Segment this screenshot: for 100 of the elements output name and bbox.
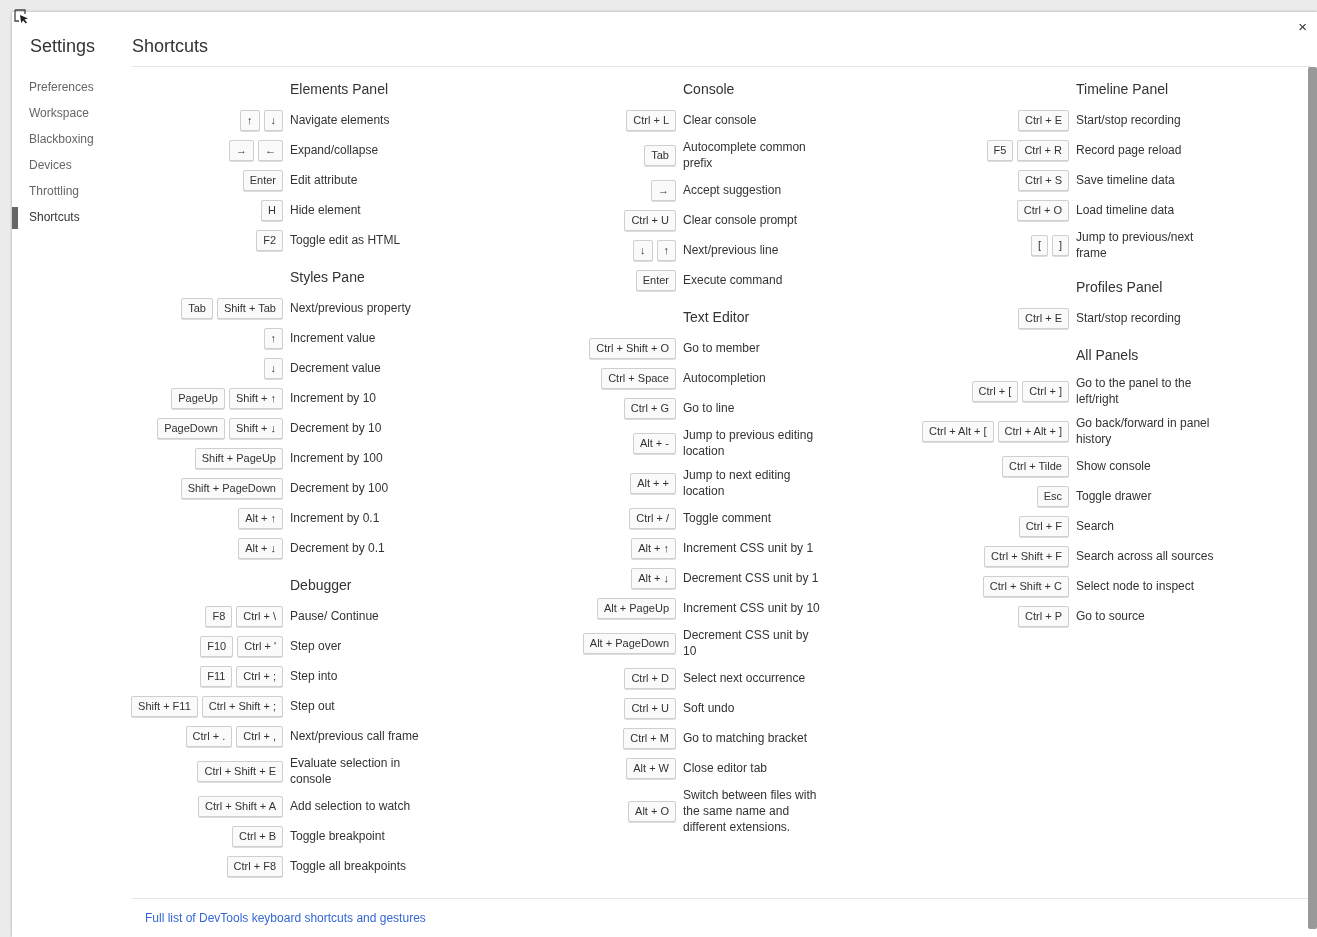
key-cap: ↓: [263, 109, 283, 131]
sidebar-item[interactable]: Preferences: [12, 74, 132, 100]
shortcut-description: Jump to previous editing location: [683, 427, 815, 459]
key-cap: Ctrl + Alt + [: [922, 420, 994, 442]
section-heading: All Panels: [1076, 346, 1140, 365]
shortcut-description: Jump to next editing location: [683, 467, 792, 499]
key-cap: Ctrl + Shift + E: [197, 760, 283, 782]
key-cap: Enter: [242, 169, 283, 191]
key-cap: Ctrl + L: [626, 109, 676, 131]
shortcut-description: Go to matching bracket: [683, 730, 809, 746]
key-cap: Esc: [1036, 485, 1069, 507]
shortcut-description: Clear console prompt: [683, 212, 799, 228]
key-cap: Ctrl + U: [624, 209, 676, 231]
key-cap: Ctrl + O: [1016, 199, 1069, 221]
shortcut-description: Edit attribute: [290, 172, 359, 188]
sidebar-item[interactable]: Blackboxing: [12, 126, 132, 152]
key-cap: Ctrl + Shift + O: [589, 337, 676, 359]
key-cap: [: [1030, 234, 1048, 256]
shortcut-description: Next/previous line: [683, 242, 780, 258]
key-cap: Ctrl + .: [185, 725, 233, 747]
key-cap: Ctrl + G: [623, 397, 676, 419]
shortcut-description: Clear console: [683, 112, 758, 128]
scrollbar[interactable]: [1308, 67, 1317, 929]
key-cap: ←: [258, 139, 283, 161]
shortcut-description: Go back/forward in panel history: [1076, 415, 1211, 447]
key-cap: Ctrl + [: [971, 380, 1019, 402]
shortcut-description: Step into: [290, 668, 339, 684]
shortcuts-link[interactable]: Full list of DevTools keyboard shortcuts and gestures: [145, 911, 426, 925]
shortcut-description: Go to member: [683, 340, 761, 356]
key-cap: Ctrl + F8: [226, 855, 283, 877]
section-heading: Console: [683, 80, 736, 99]
key-cap: Alt + PageUp: [596, 597, 676, 619]
sidebar-item[interactable]: Throttling: [12, 178, 132, 204]
shortcut-description: Accept suggestion: [683, 182, 783, 198]
key-cap: Tab: [644, 144, 676, 166]
shortcut-description: Execute command: [683, 272, 784, 288]
key-cap: Alt + ↑: [631, 537, 676, 559]
key-cap: Ctrl + Shift + F: [984, 545, 1069, 567]
sidebar-item[interactable]: Shortcuts: [12, 204, 132, 230]
shortcut-description: Increment by 10: [290, 390, 378, 406]
key-cap: ↑: [656, 239, 676, 261]
key-cap: Ctrl + /: [629, 507, 676, 529]
key-cap: Ctrl + Shift + C: [982, 575, 1069, 597]
shortcut-description: Toggle all breakpoints: [290, 858, 408, 874]
key-cap: Tab: [181, 297, 213, 319]
key-cap: Ctrl + ': [237, 635, 283, 657]
key-cap: Alt + +: [630, 472, 676, 494]
section-heading: Timeline Panel: [1076, 80, 1170, 99]
key-cap: Ctrl + P: [1018, 605, 1069, 627]
key-cap: ↑: [240, 109, 260, 131]
shortcut-description: Decrement by 100: [290, 480, 390, 496]
key-cap: Ctrl + E: [1018, 109, 1069, 131]
shortcut-description: Increment value: [290, 330, 377, 346]
key-cap: Alt + ↑: [238, 507, 283, 529]
key-cap: Ctrl + E: [1018, 307, 1069, 329]
key-cap: Shift + ↑: [228, 387, 283, 409]
shortcut-description: Show console: [1076, 458, 1152, 474]
key-cap: Shift + PageUp: [194, 447, 283, 469]
section-heading: Profiles Panel: [1076, 278, 1164, 297]
key-cap: Ctrl + M: [623, 727, 676, 749]
key-cap: Ctrl + U: [624, 697, 676, 719]
key-cap: Alt + ↓: [631, 567, 676, 589]
shortcut-description: Decrement by 0.1: [290, 540, 386, 556]
key-cap: F2: [256, 229, 283, 251]
key-cap: Shift + Tab: [216, 297, 283, 319]
sidebar-item[interactable]: Workspace: [12, 100, 132, 126]
key-cap: Shift + PageDown: [180, 477, 283, 499]
key-cap: Alt + ↓: [238, 537, 283, 559]
key-cap: Ctrl + Shift + A: [198, 795, 283, 817]
shortcut-description: Step over: [290, 638, 343, 654]
close-button[interactable]: ×: [1296, 18, 1309, 35]
shortcut-description: Increment by 100: [290, 450, 384, 466]
shortcut-description: Step out: [290, 698, 336, 714]
key-cap: Ctrl + S: [1018, 169, 1069, 191]
shortcut-description: Select node to inspect: [1076, 578, 1196, 594]
shortcut-description: Evaluate selection in console: [290, 755, 402, 787]
shortcut-description: Increment CSS unit by 1: [683, 540, 815, 556]
sidebar-item[interactable]: Devices: [12, 152, 132, 178]
shortcut-description: Autocompletion: [683, 370, 767, 386]
shortcut-description: Load timeline data: [1076, 202, 1176, 218]
shortcut-description: Autocomplete common prefix: [683, 139, 807, 171]
shortcut-description: Toggle edit as HTML: [290, 232, 402, 248]
key-cap: Ctrl + D: [624, 667, 676, 689]
key-cap: Ctrl + Tilde: [1002, 455, 1069, 477]
key-cap: Ctrl + B: [232, 825, 283, 847]
key-cap: Ctrl + Alt + ]: [997, 420, 1069, 442]
key-cap: Ctrl + R: [1017, 139, 1069, 161]
key-cap: Shift + F11: [131, 695, 198, 717]
key-cap: F8: [205, 605, 233, 627]
shortcut-description: Next/previous property: [290, 300, 412, 316]
section-heading: Debugger: [290, 576, 353, 595]
shortcut-description: Save timeline data: [1076, 172, 1176, 188]
key-cap: PageDown: [157, 417, 225, 439]
section-heading: Elements Panel: [290, 80, 390, 99]
key-cap: Enter: [635, 269, 676, 291]
inspect-icon[interactable]: [14, 9, 29, 25]
key-cap: Ctrl + Space: [601, 367, 676, 389]
key-cap: Ctrl + ,: [236, 725, 283, 747]
key-cap: →: [651, 179, 676, 201]
key-cap: →: [229, 139, 254, 161]
